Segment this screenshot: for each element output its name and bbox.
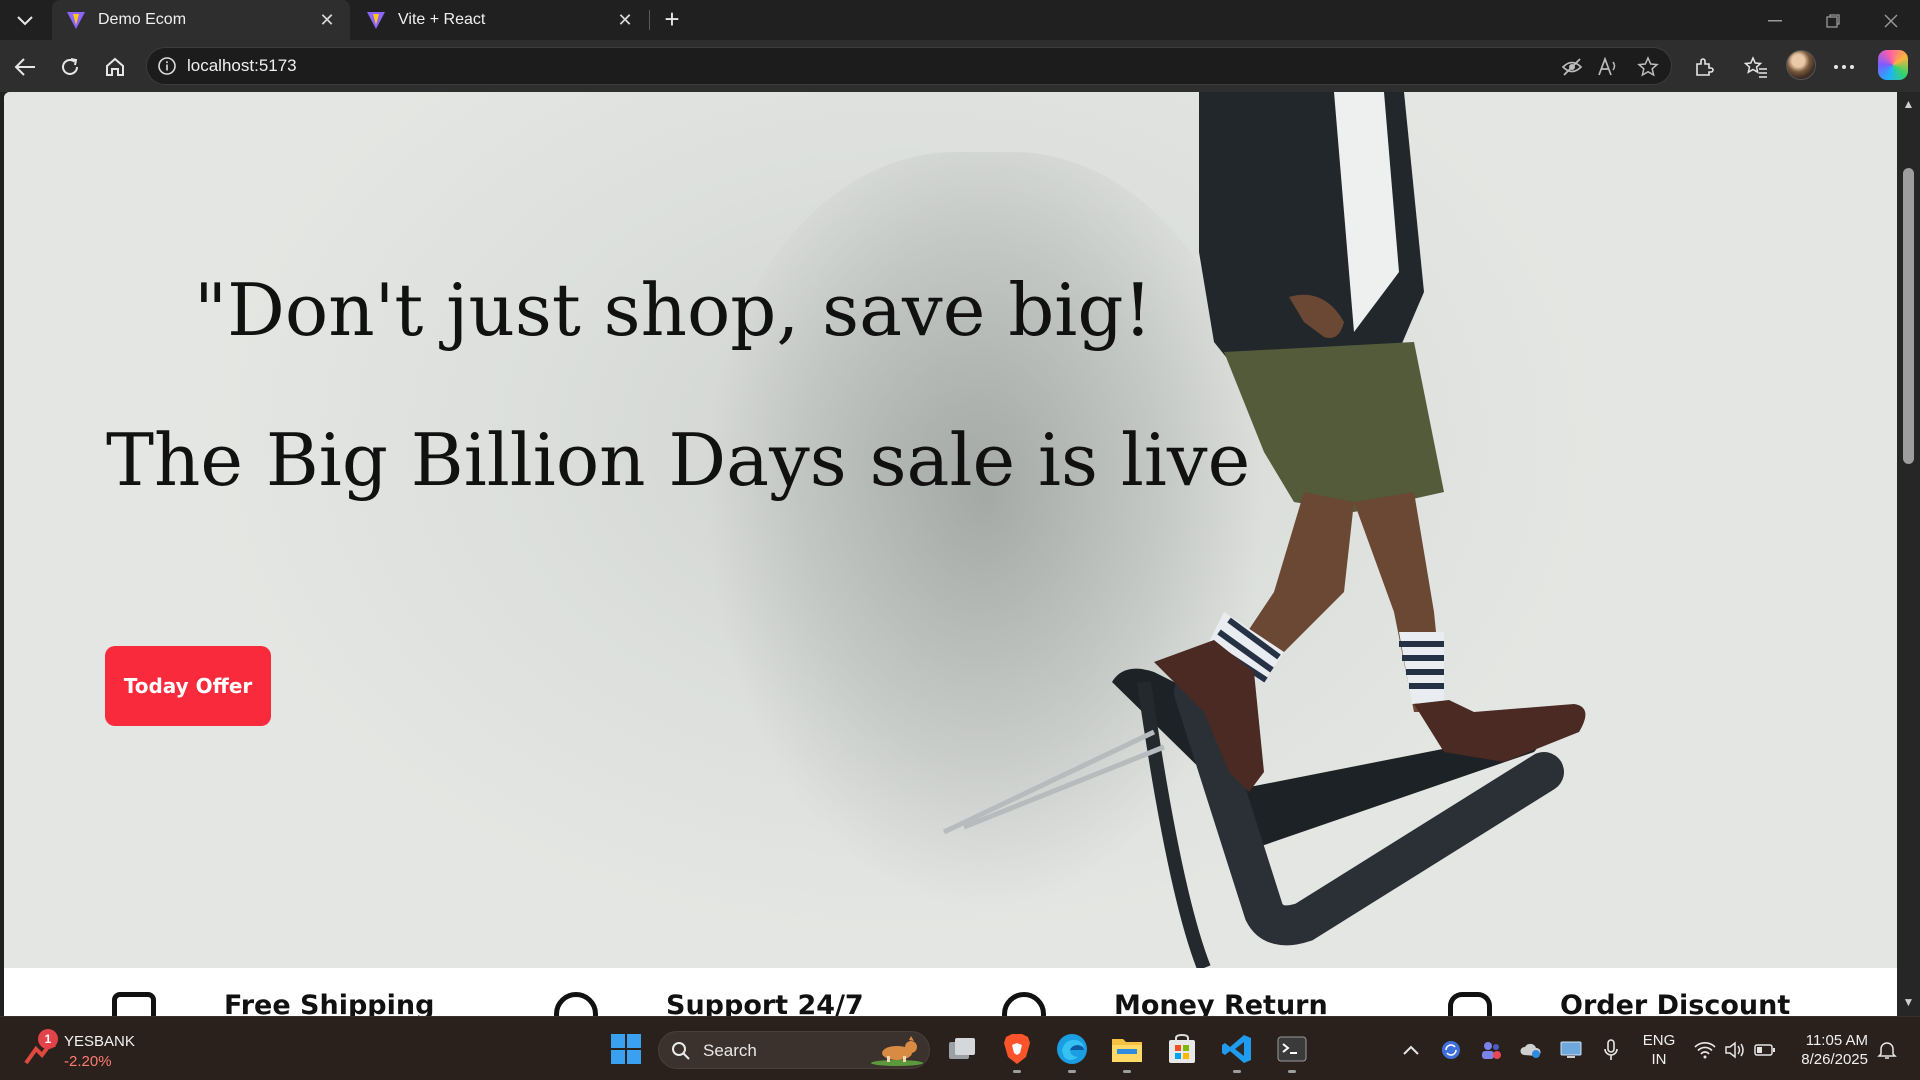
puzzle-icon[interactable]	[1690, 53, 1718, 81]
restore-icon[interactable]	[1820, 8, 1846, 34]
stock-widget[interactable]: 1 YESBANK -2.20%	[24, 1029, 144, 1073]
tab-strip: Demo Ecom ✕ Vite + React ✕ +	[0, 0, 1920, 40]
tab-title: Demo Ecom	[98, 11, 187, 28]
today-offer-button[interactable]: Today Offer	[105, 646, 271, 726]
home-icon[interactable]	[101, 53, 129, 81]
back-arrow-icon[interactable]	[11, 53, 39, 81]
running-indicator	[1233, 1070, 1241, 1073]
close-window-icon[interactable]	[1878, 8, 1904, 34]
scroll-down-icon[interactable]: ▼	[1902, 996, 1915, 1009]
taskbar-search[interactable]: Search	[658, 1031, 930, 1069]
hero-model-image	[942, 92, 1586, 968]
favorites-icon[interactable]	[1742, 53, 1770, 81]
language-code: ENG	[1642, 1032, 1676, 1049]
vite-favicon-icon	[367, 12, 385, 29]
corgi-icon	[871, 1036, 923, 1066]
truck-icon	[112, 992, 156, 1016]
task-view-icon[interactable]	[944, 1031, 980, 1067]
tab-title: Vite + React	[398, 11, 486, 28]
stock-change: -2.20%	[64, 1053, 112, 1070]
teams-icon[interactable]	[1480, 1039, 1502, 1061]
eye-slash-icon[interactable]	[1561, 56, 1583, 78]
address-bar[interactable]	[146, 47, 1672, 85]
windows-taskbar: 1 YESBANK -2.20% Search ENG IN 11:05 AM …	[0, 1016, 1920, 1080]
more-icon[interactable]	[1830, 53, 1858, 81]
search-icon	[672, 1042, 690, 1060]
notifications-icon[interactable]	[1876, 1039, 1898, 1061]
windows-start-icon[interactable]	[610, 1033, 642, 1065]
feature-label: Free Shipping	[224, 990, 435, 1016]
tab-vite-react[interactable]: Vite + React ✕	[352, 0, 648, 40]
features-strip: Free Shipping Support 24/7 Money Return …	[4, 968, 1897, 1016]
copilot-icon[interactable]	[1878, 50, 1908, 80]
url-input[interactable]	[187, 48, 1487, 84]
edge-browser-icon[interactable]	[1054, 1031, 1090, 1073]
hero-title: The Big Billion Days sale is live	[106, 418, 1251, 502]
feature-label: Support 24/7	[666, 990, 864, 1016]
page-scrollbar[interactable]: ▲ ▼	[1897, 92, 1920, 1016]
browser-toolbar	[0, 40, 1920, 92]
notification-badge: 1	[38, 1029, 58, 1049]
minimize-icon[interactable]	[1762, 8, 1788, 34]
search-label: Search	[703, 1041, 757, 1060]
hero-banner: "Don't just shop, save big! The Big Bill…	[4, 92, 1897, 968]
file-explorer-icon[interactable]	[1109, 1031, 1145, 1073]
feature-label: Money Return	[1114, 990, 1328, 1016]
clock-time: 11:05 AM	[1805, 1032, 1868, 1049]
battery-icon[interactable]	[1754, 1039, 1776, 1061]
running-indicator	[1013, 1070, 1021, 1073]
display-icon[interactable]	[1560, 1039, 1582, 1061]
clock-date: 8/26/2025	[1801, 1051, 1868, 1068]
running-indicator	[1068, 1070, 1076, 1073]
language-indicator[interactable]: ENG IN	[1642, 1031, 1676, 1069]
tab-demo-ecom[interactable]: Demo Ecom ✕	[52, 0, 350, 40]
onedrive-icon[interactable]	[1520, 1039, 1542, 1061]
terminal-icon[interactable]	[1274, 1031, 1310, 1073]
language-region: IN	[1651, 1051, 1667, 1068]
brave-browser-icon[interactable]	[999, 1031, 1035, 1073]
feature-label: Order Discount	[1560, 990, 1791, 1016]
hero-quote: "Don't just shop, save big!	[194, 268, 1153, 352]
tab-separator	[649, 10, 650, 30]
page-viewport: "Don't just shop, save big! The Big Bill…	[4, 92, 1897, 1016]
running-indicator	[1123, 1070, 1131, 1073]
vite-favicon-icon	[67, 12, 85, 29]
scrollbar-thumb[interactable]	[1903, 168, 1914, 464]
info-icon[interactable]	[157, 56, 177, 76]
tab-actions-chevron-down-icon[interactable]	[12, 8, 38, 34]
vscode-icon[interactable]	[1219, 1031, 1255, 1073]
discount-icon	[1448, 992, 1492, 1016]
sync-icon[interactable]	[1440, 1039, 1462, 1061]
running-indicator	[1288, 1070, 1296, 1073]
clock[interactable]: 11:05 AM 8/26/2025	[1788, 1031, 1868, 1069]
refresh-icon[interactable]	[56, 53, 84, 81]
tab-close-icon[interactable]: ✕	[616, 11, 634, 29]
tab-close-icon[interactable]: ✕	[318, 11, 336, 29]
new-tab-plus-icon[interactable]: +	[658, 6, 686, 34]
microsoft-store-icon[interactable]	[1164, 1031, 1200, 1067]
stock-name: YESBANK	[64, 1033, 135, 1050]
star-icon[interactable]	[1637, 56, 1659, 78]
volume-icon[interactable]	[1724, 1039, 1746, 1061]
microphone-icon[interactable]	[1600, 1039, 1622, 1061]
wifi-icon[interactable]	[1694, 1039, 1716, 1061]
read-aloud-icon[interactable]	[1597, 56, 1619, 78]
profile-avatar[interactable]	[1786, 50, 1816, 80]
support-icon	[554, 992, 598, 1016]
chevron-up-icon[interactable]	[1400, 1039, 1422, 1061]
money-return-icon	[1002, 992, 1046, 1016]
scroll-up-icon[interactable]: ▲	[1902, 98, 1915, 111]
